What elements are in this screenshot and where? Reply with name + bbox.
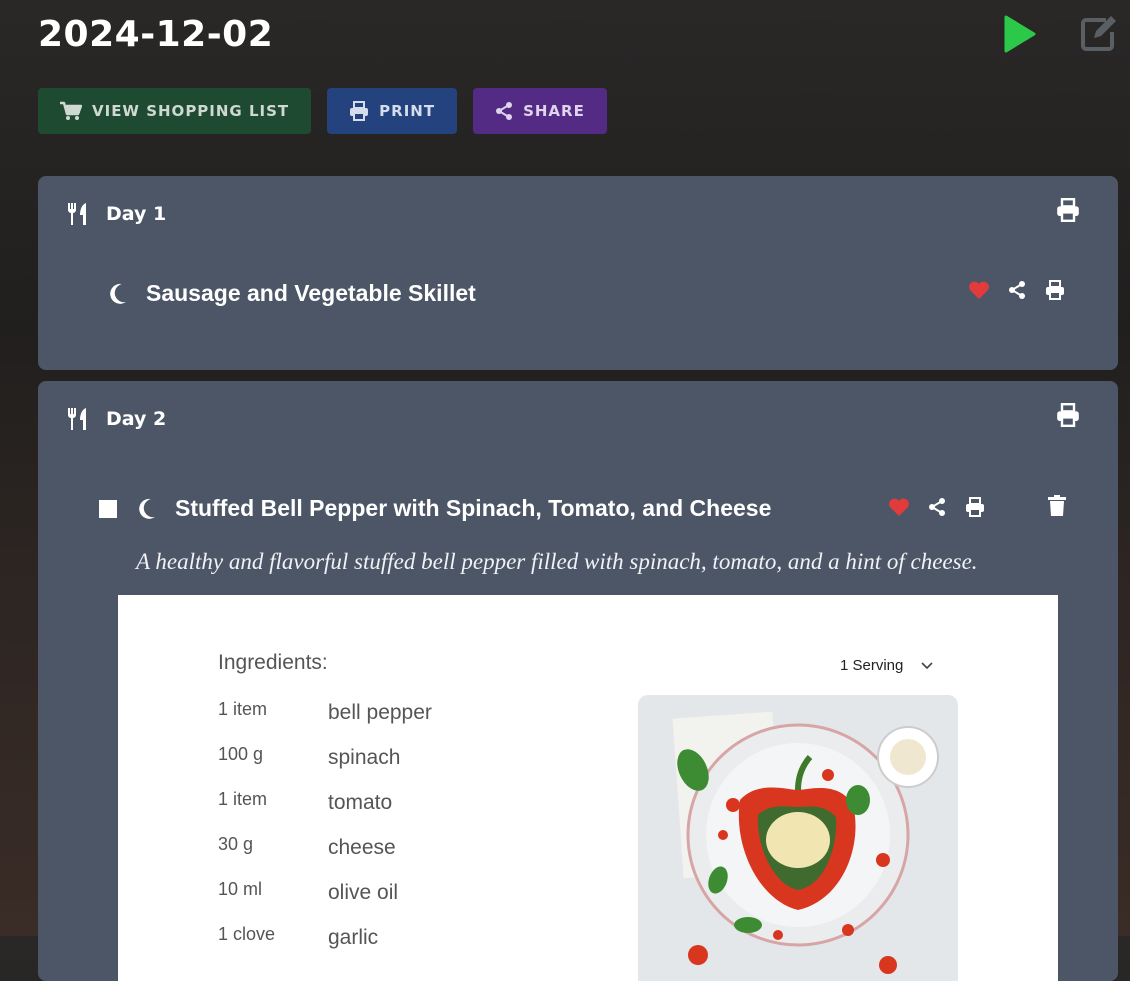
utensils-icon bbox=[68, 203, 86, 225]
day-label: Day 1 bbox=[106, 203, 167, 225]
moon-icon bbox=[110, 283, 126, 304]
heart-icon[interactable] bbox=[968, 280, 990, 300]
page-title: 2024-12-02 bbox=[38, 14, 274, 55]
ingredient-name: tomato bbox=[328, 791, 393, 814]
share-icon[interactable] bbox=[928, 498, 946, 516]
print-label: PRINT bbox=[379, 102, 436, 120]
day-print-icon[interactable] bbox=[1056, 198, 1080, 226]
day-print-icon[interactable] bbox=[1056, 403, 1080, 431]
serving-select[interactable]: 1 Serving bbox=[840, 657, 933, 674]
meal-title[interactable]: Stuffed Bell Pepper with Spinach, Tomato… bbox=[175, 495, 771, 522]
ingredient-name: spinach bbox=[328, 746, 401, 769]
moon-icon bbox=[139, 498, 155, 519]
heart-icon[interactable] bbox=[888, 497, 910, 517]
share-label: SHARE bbox=[523, 102, 585, 120]
print-icon[interactable] bbox=[964, 497, 986, 517]
shopping-label: VIEW SHOPPING LIST bbox=[92, 102, 290, 120]
print-button[interactable]: PRINT bbox=[327, 88, 458, 134]
day-label: Day 2 bbox=[106, 408, 167, 430]
chevron-down-icon bbox=[921, 661, 933, 669]
share-icon[interactable] bbox=[1008, 281, 1026, 299]
view-shopping-list-button[interactable]: VIEW SHOPPING LIST bbox=[38, 88, 312, 134]
ingredient-name: bell pepper bbox=[328, 701, 432, 724]
recipe-image bbox=[638, 695, 958, 981]
ingredient-name: cheese bbox=[328, 836, 396, 859]
ingredient-qty: 1 item bbox=[218, 789, 268, 809]
serving-label: 1 Serving bbox=[840, 657, 904, 674]
cart-icon bbox=[60, 101, 82, 120]
day-card-2: Day 2 Stuffed Bell Pepper with Spinach, … bbox=[38, 381, 1118, 981]
delete-icon[interactable] bbox=[1048, 495, 1066, 521]
meal-row[interactable]: Sausage and Vegetable Skillet bbox=[108, 280, 476, 307]
print-icon[interactable] bbox=[1044, 280, 1066, 300]
day-card-1: Day 1 Sausage and Vegetable Skillet bbox=[38, 176, 1118, 370]
ingredient-qty: 100 g bbox=[218, 744, 264, 764]
meal-title[interactable]: Sausage and Vegetable Skillet bbox=[146, 280, 476, 307]
ingredients-title: Ingredients: bbox=[218, 651, 328, 674]
utensils-icon bbox=[68, 408, 86, 430]
recipe-panel: Ingredients: 1 Serving 1 item bell peppe… bbox=[118, 595, 1058, 981]
meal-checkbox[interactable] bbox=[99, 499, 117, 518]
share-icon bbox=[496, 102, 513, 120]
ingredient-qty: 10 ml bbox=[218, 879, 263, 899]
ingredient-name: garlic bbox=[328, 926, 379, 949]
ingredient-qty: 1 item bbox=[218, 699, 268, 719]
share-button[interactable]: SHARE bbox=[473, 88, 607, 134]
play-icon[interactable] bbox=[1002, 14, 1038, 54]
ingredient-name: olive oil bbox=[328, 881, 399, 904]
meal-row[interactable]: Stuffed Bell Pepper with Spinach, Tomato… bbox=[99, 495, 771, 522]
ingredient-qty: 1 clove bbox=[218, 924, 276, 944]
edit-icon[interactable] bbox=[1078, 14, 1118, 54]
ingredient-qty: 30 g bbox=[218, 834, 254, 854]
meal-description: A healthy and flavorful stuffed bell pep… bbox=[136, 549, 978, 574]
printer-icon bbox=[350, 101, 369, 121]
